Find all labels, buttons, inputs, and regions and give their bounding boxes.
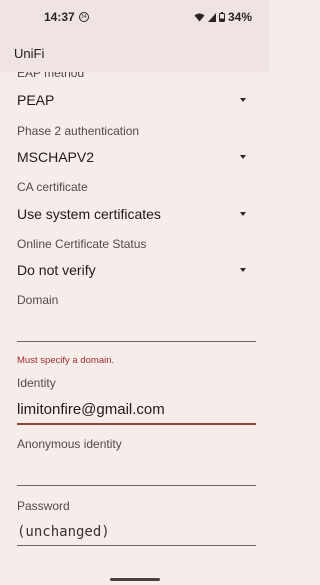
domain-label: Domain bbox=[17, 293, 59, 307]
notification-icon: 34 bbox=[78, 12, 89, 22]
ocsp-label: Online Certificate Status bbox=[17, 237, 147, 251]
eap-method-value: PEAP bbox=[17, 92, 55, 108]
ca-cert-label: CA certificate bbox=[17, 180, 88, 194]
signal-icon bbox=[207, 12, 216, 22]
battery-percent: 34% bbox=[227, 10, 252, 24]
wifi-icon bbox=[194, 13, 205, 21]
domain-error-text: Must specify a domain. bbox=[17, 355, 115, 366]
chevron-down-icon bbox=[240, 268, 246, 272]
ca-cert-value: Use system certificates bbox=[17, 206, 161, 222]
phase2-label: Phase 2 authentication bbox=[17, 124, 140, 138]
password-underline bbox=[17, 545, 256, 546]
password-label: Password bbox=[17, 499, 70, 513]
battery-icon bbox=[218, 12, 225, 22]
chevron-down-icon bbox=[240, 155, 246, 159]
password-value: (unchanged) bbox=[17, 524, 110, 540]
domain-underline bbox=[17, 341, 256, 342]
status-left: 14:37 34 bbox=[44, 10, 89, 24]
dialog-title: UniFi bbox=[14, 45, 45, 61]
eap-method-label: EAP method bbox=[17, 72, 85, 80]
gesture-nav-handle[interactable] bbox=[110, 578, 160, 581]
chevron-down-icon bbox=[240, 98, 246, 102]
chevron-down-icon bbox=[240, 212, 246, 216]
status-right: 34% bbox=[194, 10, 252, 24]
status-time: 14:37 bbox=[44, 10, 75, 24]
identity-value: limitonfire@gmail.com bbox=[17, 401, 165, 418]
anonymous-identity-label: Anonymous identity bbox=[17, 437, 122, 451]
status-bar: 14:37 34 34% bbox=[0, 0, 270, 34]
form-scroll-area[interactable]: EAP method PEAP Phase 2 authentication M… bbox=[0, 72, 270, 565]
phase2-value: MSCHAPV2 bbox=[17, 149, 95, 165]
identity-underline bbox=[17, 423, 256, 425]
ocsp-value: Do not verify bbox=[17, 262, 96, 278]
anonymous-identity-underline bbox=[17, 485, 256, 486]
app-bar: UniFi bbox=[0, 34, 270, 72]
identity-label: Identity bbox=[17, 376, 56, 390]
